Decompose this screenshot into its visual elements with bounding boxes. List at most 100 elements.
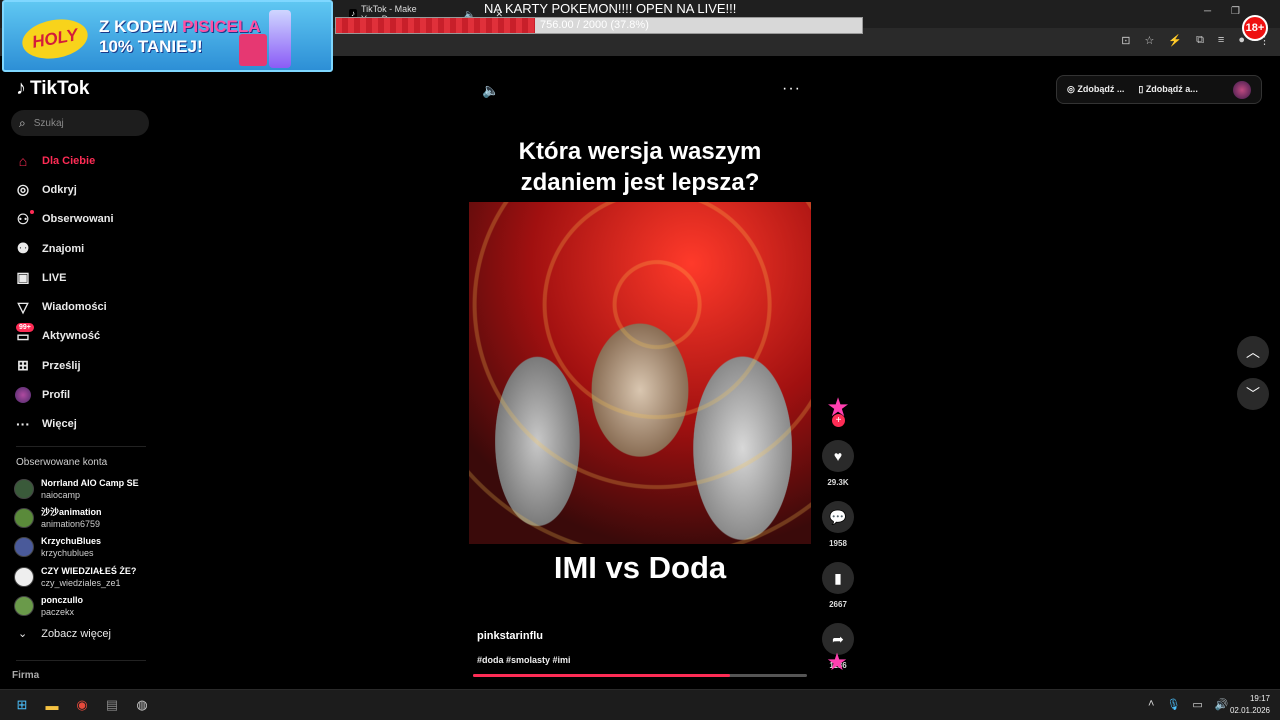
nav-item-messages[interactable]: ▽ Wiadomości [14,292,154,321]
footer-company-link[interactable]: Firma [12,670,39,681]
chrome-icon[interactable]: ◉ [72,695,92,715]
messages-icon: ▽ [17,298,29,315]
search-icon: ⌕ [19,115,26,130]
windows-taskbar: ⊞ ▬ ◉ ▤ ◍ ˄ 🎙 ▭ 🔊 19:17 02.01.2026 [0,689,1280,720]
windows-start-icon[interactable]: ⊞ [12,695,32,715]
like-count: 29.3K [827,478,849,487]
tiktok-logo[interactable]: ♪ TikTok [16,77,89,100]
bookmark-star-icon[interactable]: ☆ [1144,34,1154,47]
music-disc-icon[interactable]: ★ [823,649,851,677]
search-placeholder: Szukaj [33,117,64,129]
user-avatar[interactable] [1233,80,1251,99]
ad-text: Z KODEM PISICELA 10% TANIEJ! [99,17,261,57]
bookmark-icon: ▮ [834,569,842,586]
nav-item-live[interactable]: ▣ LIVE [14,263,154,292]
previous-video-button[interactable]: ︿ [1237,336,1269,368]
account-avatar [14,595,34,616]
comment-count: 1958 [829,539,847,548]
media-control-icon[interactable]: ≡ [1218,34,1224,47]
clock-date: 02.01.2026 [1229,706,1270,715]
obs-icon[interactable]: ◍ [132,695,152,715]
video-headline: Która wersja waszym zdaniem jest lepsza? [518,138,762,196]
see-more-button[interactable]: ⌄ Zobacz więcej [18,627,111,641]
heart-icon: ♥ [833,448,843,464]
video-progress-bar[interactable] [473,674,807,677]
activity-badge: 99+ [16,322,34,332]
save-count: 2667 [829,600,847,609]
nav-label: Aktywność [42,330,101,343]
friends-icon: ⚉ [16,240,30,257]
nav-label: Odkryj [42,183,77,196]
taskbar-clock[interactable]: 19:17 02.01.2026 [1226,693,1270,717]
microphone-icon[interactable]: 🎙 [1166,698,1180,711]
logo-text: TikTok [30,77,90,99]
tiktok-note-icon: ♪ [16,77,26,99]
nav-item-more[interactable]: ··· Więcej [14,410,154,439]
get-app-button[interactable]: ▯ Zdobądź a... [1138,84,1197,95]
nav-item-upload[interactable]: ⊞ Prześlij [14,351,154,380]
nav-item-profile[interactable]: Profil [14,380,154,409]
search-input[interactable]: ⌕ Szukaj [11,110,149,136]
video-hashtags[interactable]: #doda #smolasty #imi [477,655,571,665]
account-name: CZY WIEDZIAŁEŚ ŻE? [41,565,137,576]
nav-item-friends[interactable]: ⚉ Znajomi [14,234,154,263]
nav-item-following[interactable]: ⚇ Obserwowani [14,205,154,234]
chevron-down-icon: ⌄ [18,628,28,640]
account-avatar [14,478,34,499]
volume-icon[interactable]: 🔈 [482,82,499,99]
restore-icon[interactable]: ❐ [1231,6,1240,17]
comment-button[interactable]: 💬 [822,501,854,533]
comment-icon: 💬 [829,508,847,525]
nav-item-for-you[interactable]: ⌂ Dla Ciebie [14,146,154,175]
nav-label: Profil [42,389,71,402]
file-explorer-icon[interactable]: ▬ [42,695,62,715]
chevron-up-icon: ︿ [1246,344,1260,360]
account-name: 沙沙animation [41,506,102,517]
get-coins-button[interactable]: ◎ Zdobądź ... [1067,84,1124,95]
followed-account[interactable]: Norrland AIO Camp SE naiocamp [14,474,154,503]
share-arrow-icon: ➦ [832,630,844,647]
followed-account[interactable]: KrzychuBlues krzychublues [14,533,154,562]
account-handle: animation6759 [41,518,101,529]
followed-account[interactable]: CZY WIEDZIAŁEŚ ŻE? czy_wiedziales_ze1 [14,562,154,591]
install-app-icon[interactable]: ⊡ [1121,34,1130,47]
donation-goal-text: 756.00 / 2000 (37.8%) [540,19,649,31]
account-handle: paczekx [41,606,75,617]
puzzle-extensions-icon[interactable]: ⧉ [1196,34,1204,47]
save-button[interactable]: ▮ [822,562,854,594]
product-tub-image [239,34,267,66]
get-app-label: Zdobądź a... [1145,84,1198,94]
followed-accounts-list: Norrland AIO Camp SE naiocamp 沙沙animation… [14,474,154,620]
nav-item-activity[interactable]: ▭ 99+ Aktywność [14,322,154,351]
video-author[interactable]: pinkstarinflu [477,630,543,642]
video-actions: ★ + ♥ 29.3K 💬 1958 ▮ 2667 ➦ 1186 [822,392,854,670]
minimize-icon[interactable]: ─ [1204,6,1211,17]
follow-plus-icon[interactable]: + [832,414,845,427]
chevron-up-icon[interactable]: ˄ [1148,698,1154,711]
followed-account[interactable]: ponczullo paczekx [14,591,154,620]
next-video-button[interactable]: ﹀ [1237,378,1269,410]
nav-item-explore[interactable]: ◎ Odkryj [14,175,154,204]
more-icon: ··· [16,416,30,433]
network-icon[interactable]: ▭ [1192,698,1202,711]
nav-label: Obserwowani [42,213,114,226]
divider [16,660,146,661]
video-player[interactable] [469,202,811,544]
upload-icon: ⊞ [17,357,29,374]
account-handle: naiocamp [41,489,81,500]
like-button[interactable]: ♥ [822,440,854,472]
account-handle: krzychublues [41,548,94,559]
more-options-icon[interactable]: ··· [782,80,801,98]
app-icon[interactable]: ▤ [102,695,122,715]
get-coins-label: Zdobądź ... [1077,84,1125,94]
ad-text-part1: Z KODEM [99,17,183,36]
followed-account[interactable]: 沙沙animation animation6759 [14,503,154,532]
extension-icon[interactable]: ⚡ [1168,34,1182,47]
home-icon: ⌂ [18,152,28,169]
account-handle: czy_wiedziales_ze1 [41,577,121,588]
brand-logo: HOLY [19,14,91,64]
profile-avatar [14,386,32,404]
creator-avatar[interactable]: ★ + [823,392,853,427]
donation-goal-fill [336,18,535,33]
nav-label: Dla Ciebie [42,154,96,167]
